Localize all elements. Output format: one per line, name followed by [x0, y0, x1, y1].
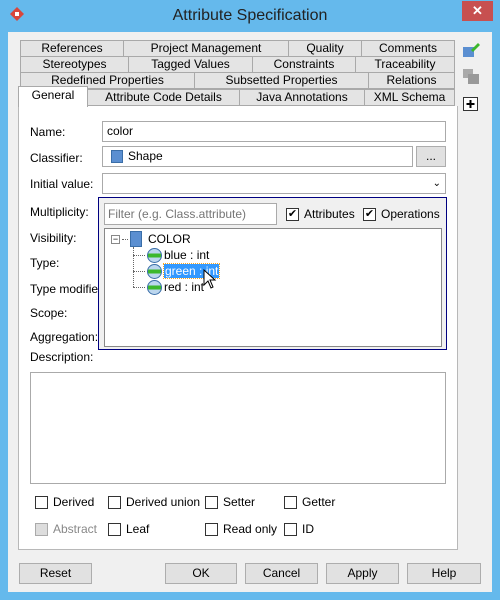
tab-quality[interactable]: Quality [288, 40, 362, 57]
attributes-label: Attributes [304, 207, 355, 221]
tab-xml-schema[interactable]: XML Schema [364, 89, 455, 106]
classifier-value: Shape [128, 149, 163, 163]
collapse-icon[interactable]: − [111, 234, 120, 244]
tab-constraints[interactable]: Constraints [252, 56, 356, 73]
class-icon [130, 231, 142, 247]
classifier-label: Classifier: [30, 151, 83, 165]
tab-java-annotations[interactable]: Java Annotations [239, 89, 365, 106]
window-title: Attribute Specification [172, 7, 328, 24]
tree-node-label: red : int [164, 280, 205, 294]
tab-comments[interactable]: Comments [361, 40, 455, 57]
id-label: ID [302, 522, 314, 536]
leaf-label: Leaf [126, 522, 150, 536]
merge-icon[interactable] [462, 68, 480, 84]
classifier-field[interactable]: Shape [102, 146, 413, 167]
help-button[interactable]: Help [407, 563, 481, 584]
operations-label: Operations [381, 207, 440, 221]
derived-union-checkbox[interactable]: Derived union [108, 495, 200, 509]
check-icon: ✔ [286, 207, 299, 221]
tab-stereotypes[interactable]: Stereotypes [20, 56, 129, 73]
ok-button[interactable]: OK [165, 563, 237, 584]
getter-checkbox[interactable]: Getter [284, 495, 335, 509]
name-input[interactable]: color [102, 121, 446, 142]
check-icon: ✔ [363, 207, 376, 221]
apply-button[interactable]: Apply [326, 563, 399, 584]
type-modifier-label: Type modifier: [30, 282, 106, 296]
derived-label: Derived [53, 495, 95, 509]
scope-label: Scope: [30, 306, 68, 320]
name-label: Name: [30, 125, 66, 139]
initial-value-label: Initial value: [30, 177, 94, 191]
type-tree[interactable]: − COLOR blue : int green : int red : int [104, 228, 442, 347]
tab-project-management[interactable]: Project Management [123, 40, 289, 57]
tab-traceability[interactable]: Traceability [355, 56, 455, 73]
abstract-checkbox[interactable]: Abstract [35, 522, 97, 536]
tab-tagged-values[interactable]: Tagged Values [128, 56, 253, 73]
attribute-icon [147, 263, 162, 279]
tree-node-red[interactable]: red : int [133, 279, 204, 295]
tree-node-label: COLOR [148, 232, 191, 246]
tree-node-color[interactable]: − COLOR [111, 231, 191, 247]
aggregation-label: Aggregation: [30, 330, 99, 344]
multiplicity-label: Multiplicity: [30, 205, 89, 219]
description-label: Description: [30, 350, 94, 364]
filter-input[interactable] [104, 203, 277, 225]
id-checkbox[interactable]: ID [284, 522, 314, 536]
cancel-button[interactable]: Cancel [245, 563, 318, 584]
class-icon [111, 150, 123, 163]
initial-value-select[interactable]: ⌄ [102, 173, 446, 194]
setter-checkbox[interactable]: Setter [205, 495, 255, 509]
operations-checkbox[interactable]: ✔ Operations [363, 207, 440, 221]
mouse-cursor-icon [203, 269, 217, 289]
getter-label: Getter [302, 495, 336, 509]
visibility-label: Visibility: [30, 231, 77, 245]
reset-button[interactable]: Reset [19, 563, 92, 584]
close-button[interactable]: ✕ [462, 1, 493, 21]
tab-general[interactable]: General [18, 86, 88, 107]
browse-classifier-button[interactable]: ... [416, 146, 446, 167]
add-icon[interactable] [462, 96, 480, 112]
description-textarea[interactable] [30, 372, 446, 484]
setter-label: Setter [223, 495, 256, 509]
tab-subsetted-properties[interactable]: Subsetted Properties [194, 72, 369, 89]
derived-union-label: Derived union [126, 495, 201, 509]
derived-checkbox[interactable]: Derived [35, 495, 94, 509]
tab-relations[interactable]: Relations [368, 72, 455, 89]
app-logo-icon [10, 7, 24, 21]
tree-node-blue[interactable]: blue : int [133, 247, 209, 263]
leaf-checkbox[interactable]: Leaf [108, 522, 149, 536]
read-only-label: Read only [223, 522, 278, 536]
read-only-checkbox[interactable]: Read only [205, 522, 277, 536]
edit-model-icon[interactable] [462, 42, 480, 58]
tab-references[interactable]: References [20, 40, 124, 57]
attributes-checkbox[interactable]: ✔ Attributes [286, 207, 355, 221]
type-chooser-popup: ✔ Attributes ✔ Operations − COLOR blue : in… [98, 197, 447, 350]
tree-node-label: blue : int [164, 248, 210, 262]
chevron-down-icon: ⌄ [432, 178, 441, 189]
type-label: Type: [30, 256, 60, 270]
tab-attribute-code-details[interactable]: Attribute Code Details [87, 89, 240, 106]
abstract-label: Abstract [53, 522, 98, 536]
attribute-icon [147, 279, 162, 295]
attribute-icon [147, 247, 162, 263]
